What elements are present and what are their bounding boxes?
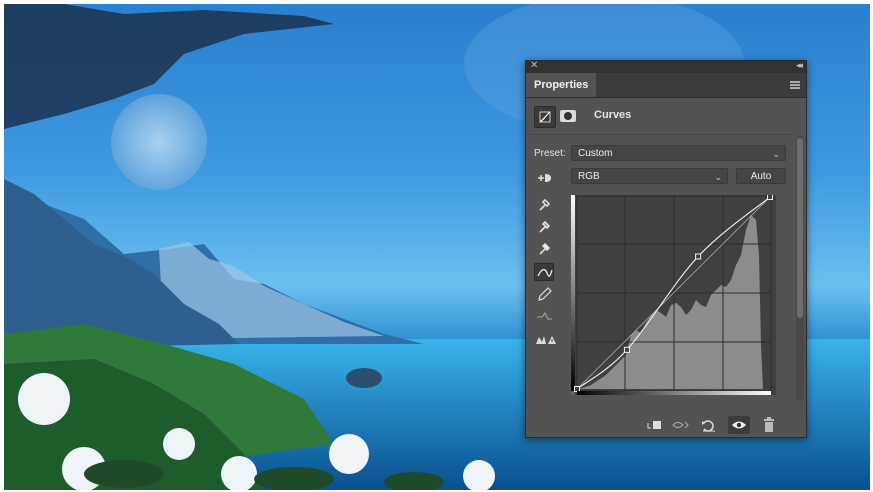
reset-icon[interactable]: [698, 416, 720, 434]
properties-panel: ✕ ◂◂ Properties Curves Preset: Custom ⌄ …: [525, 60, 807, 438]
output-gradient: [571, 195, 575, 391]
visibility-icon[interactable]: [728, 416, 750, 434]
layer-mask-icon[interactable]: [558, 106, 578, 126]
close-icon[interactable]: ✕: [530, 60, 538, 71]
curve-control-point[interactable]: [574, 386, 580, 392]
panel-tabbar: Properties: [526, 73, 806, 98]
panel-footer: [526, 413, 806, 437]
panel-titlebar: ✕ ◂◂: [526, 60, 806, 73]
preset-label: Preset:: [534, 148, 566, 159]
curves-graph[interactable]: [571, 195, 776, 395]
on-image-adjust-icon[interactable]: [534, 169, 554, 187]
collapse-icon[interactable]: ◂◂: [796, 60, 803, 71]
view-previous-icon[interactable]: [670, 416, 692, 434]
curve-control-point[interactable]: [695, 253, 702, 260]
tab-properties[interactable]: Properties: [526, 73, 597, 97]
auto-button[interactable]: Auto: [736, 168, 786, 184]
preset-value: Custom: [578, 148, 613, 159]
curve-control-point[interactable]: [767, 195, 773, 200]
panel-menu-icon[interactable]: [790, 81, 800, 89]
scrollbar[interactable]: [796, 136, 804, 401]
chevron-down-icon: ⌄: [772, 149, 780, 159]
black-point-eyedropper-icon[interactable]: [534, 195, 554, 213]
gray-point-eyedropper-icon[interactable]: [534, 217, 554, 235]
white-point-eyedropper-icon[interactable]: [534, 239, 554, 257]
preset-dropdown[interactable]: Custom ⌄: [571, 145, 786, 161]
adjustment-title: Curves: [594, 109, 632, 121]
channel-value: RGB: [578, 171, 600, 182]
divider: [530, 134, 792, 135]
pencil-draw-icon[interactable]: [534, 285, 554, 303]
scrollbar-thumb[interactable]: [797, 138, 803, 318]
delete-icon[interactable]: [758, 416, 780, 434]
curve-point-icon[interactable]: [534, 263, 554, 281]
input-gradient: [577, 391, 771, 395]
clipping-warning-icon[interactable]: [534, 331, 556, 349]
curve-control-point[interactable]: [623, 346, 630, 353]
smooth-curve-icon[interactable]: [534, 307, 554, 325]
chevron-down-icon: ⌄: [714, 172, 722, 182]
photo-canvas[interactable]: ✕ ◂◂ Properties Curves Preset: Custom ⌄ …: [4, 4, 870, 490]
clip-to-layer-icon[interactable]: [644, 416, 666, 434]
curves-adjustment-icon[interactable]: [534, 106, 556, 128]
channel-dropdown[interactable]: RGB ⌄: [571, 168, 728, 184]
